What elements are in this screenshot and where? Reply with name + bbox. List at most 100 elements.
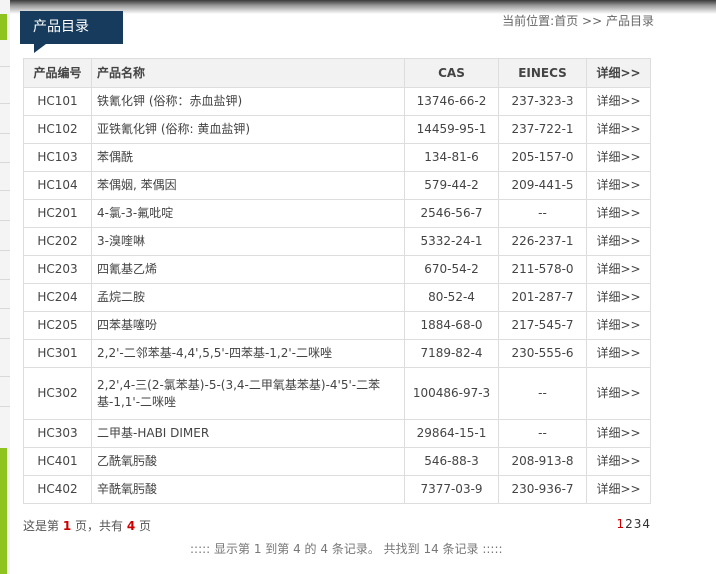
table-row: HC301 2,2'-二邻苯基-4,4',5,5'-四苯基-1,2'-二咪唑 7…	[23, 339, 651, 368]
left-accent-bar-bottom	[0, 448, 7, 574]
table-row: HC102 亚铁氰化钾 (俗称: 黄血盐钾) 14459-95-1 237-72…	[23, 115, 651, 144]
pager-total-pages: 4	[126, 519, 136, 533]
table-row: HC205 四苯基噻吩 1884-68-0 217-545-7 详细>>	[23, 311, 651, 340]
detail-link[interactable]: 详细>>	[586, 311, 651, 340]
table-row: HC204 孟烷二胺 80-52-4 201-287-7 详细>>	[23, 283, 651, 312]
cell-name[interactable]: 乙酰氧肟酸	[91, 447, 405, 476]
col-header-einecs: EINECS	[498, 58, 587, 88]
table-row: HC104 苯偶姻, 苯偶因 579-44-2 209-441-5 详细>>	[23, 171, 651, 200]
left-divider	[0, 279, 10, 280]
cell-name[interactable]: 亚铁氰化钾 (俗称: 黄血盐钾)	[91, 115, 405, 144]
cell-cas: 13746-66-2	[404, 87, 499, 116]
cell-cas: 5332-24-1	[404, 227, 499, 256]
page-link-3[interactable]: 3	[634, 517, 642, 531]
detail-link[interactable]: 详细>>	[586, 419, 651, 448]
cell-name[interactable]: 苯偶酰	[91, 143, 405, 172]
cell-einecs: 209-441-5	[498, 171, 587, 200]
left-accent-bar-top	[0, 14, 7, 40]
pager-text-2: 页，共有	[71, 519, 127, 533]
breadcrumb-home-link[interactable]: 首页	[554, 14, 578, 28]
cell-name[interactable]: 辛酰氧肟酸	[91, 475, 405, 504]
cell-name[interactable]: 四苯基噻吩	[91, 311, 405, 340]
section-title: 产品目录	[20, 11, 123, 44]
cell-name[interactable]: 二甲基-HABI DIMER	[91, 419, 405, 448]
col-header-detail: 详细>>	[586, 58, 651, 88]
cell-einecs: 211-578-0	[498, 255, 587, 284]
cell-name[interactable]: 四氰基乙烯	[91, 255, 405, 284]
detail-link[interactable]: 详细>>	[586, 171, 651, 200]
detail-link[interactable]: 详细>>	[586, 367, 651, 420]
cell-code: HC401	[23, 447, 92, 476]
cell-code: HC303	[23, 419, 92, 448]
detail-link[interactable]: 详细>>	[586, 475, 651, 504]
pager-text-3: 页	[135, 519, 152, 533]
cell-einecs: --	[498, 419, 587, 448]
table-row: HC202 3-溴喹啉 5332-24-1 226-237-1 详细>>	[23, 227, 651, 256]
cell-name[interactable]: 4-氯-3-氟吡啶	[91, 199, 405, 228]
table-row: HC203 四氰基乙烯 670-54-2 211-578-0 详细>>	[23, 255, 651, 284]
cell-name[interactable]: 3-溴喹啉	[91, 227, 405, 256]
cell-cas: 29864-15-1	[404, 419, 499, 448]
cell-code: HC402	[23, 475, 92, 504]
detail-link[interactable]: 详细>>	[586, 199, 651, 228]
left-divider	[0, 376, 10, 377]
cell-einecs: --	[498, 367, 587, 420]
cell-name[interactable]: 铁氰化钾 (俗称：赤血盐钾)	[91, 87, 405, 116]
table-row: HC101 铁氰化钾 (俗称：赤血盐钾) 13746-66-2 237-323-…	[23, 87, 651, 116]
detail-link[interactable]: 详细>>	[586, 255, 651, 284]
detail-link[interactable]: 详细>>	[586, 143, 651, 172]
page-link-1[interactable]: 1	[616, 517, 624, 531]
left-divider	[0, 162, 10, 163]
detail-link[interactable]: 详细>>	[586, 227, 651, 256]
pager-current-page: 1	[62, 519, 72, 533]
detail-link[interactable]: 详细>>	[586, 283, 651, 312]
cell-einecs: 230-555-6	[498, 339, 587, 368]
cell-einecs: 226-237-1	[498, 227, 587, 256]
cell-code: HC104	[23, 171, 92, 200]
cell-name[interactable]: 苯偶姻, 苯偶因	[91, 171, 405, 200]
cell-code: HC102	[23, 115, 92, 144]
breadcrumb: 当前位置:首页 >> 产品目录	[502, 12, 654, 29]
table-header-row: 产品编号 产品名称 CAS EINECS 详细>>	[23, 58, 651, 88]
cell-cas: 7377-03-9	[404, 475, 499, 504]
cell-einecs: 230-936-7	[498, 475, 587, 504]
cell-cas: 134-81-6	[404, 143, 499, 172]
cell-cas: 7189-82-4	[404, 339, 499, 368]
section-title-pointer	[34, 44, 46, 53]
cell-code: HC301	[23, 339, 92, 368]
cell-code: HC203	[23, 255, 92, 284]
left-divider	[0, 190, 10, 191]
col-header-code: 产品编号	[23, 58, 92, 88]
cell-code: HC201	[23, 199, 92, 228]
cell-name[interactable]: 孟烷二胺	[91, 283, 405, 312]
page-link-2[interactable]: 2	[625, 517, 633, 531]
detail-link[interactable]: 详细>>	[586, 339, 651, 368]
left-divider	[0, 406, 10, 407]
cell-name[interactable]: 2,2',4-三(2-氯苯基)-5-(3,4-二甲氧基苯基)-4'5'-二苯基-…	[91, 367, 405, 420]
cell-einecs: 205-157-0	[498, 143, 587, 172]
product-table: 产品编号 产品名称 CAS EINECS 详细>> HC101 铁氰化钾 (俗称…	[23, 58, 651, 504]
cell-code: HC101	[23, 87, 92, 116]
detail-link[interactable]: 详细>>	[586, 115, 651, 144]
breadcrumb-separator: >>	[578, 14, 606, 28]
cell-cas: 579-44-2	[404, 171, 499, 200]
col-header-name: 产品名称	[91, 58, 405, 88]
table-row: HC401 乙酰氧肟酸 546-88-3 208-913-8 详细>>	[23, 447, 651, 476]
left-divider	[0, 338, 10, 339]
cell-name[interactable]: 2,2'-二邻苯基-4,4',5,5'-四苯基-1,2'-二咪唑	[91, 339, 405, 368]
cell-code: HC204	[23, 283, 92, 312]
cell-einecs: --	[498, 199, 587, 228]
cell-code: HC103	[23, 143, 92, 172]
cell-cas: 100486-97-3	[404, 367, 499, 420]
cell-einecs: 208-913-8	[498, 447, 587, 476]
pager-status: 这是第 1 页，共有 4 页	[23, 517, 151, 534]
cell-cas: 2546-56-7	[404, 199, 499, 228]
table-row: HC303 二甲基-HABI DIMER 29864-15-1 -- 详细>>	[23, 419, 651, 448]
page-link-4[interactable]: 4	[642, 517, 650, 531]
detail-link[interactable]: 详细>>	[586, 87, 651, 116]
detail-link[interactable]: 详细>>	[586, 447, 651, 476]
left-divider	[0, 220, 10, 221]
table-row: HC103 苯偶酰 134-81-6 205-157-0 详细>>	[23, 143, 651, 172]
left-divider	[0, 133, 10, 134]
left-divider	[0, 103, 10, 104]
